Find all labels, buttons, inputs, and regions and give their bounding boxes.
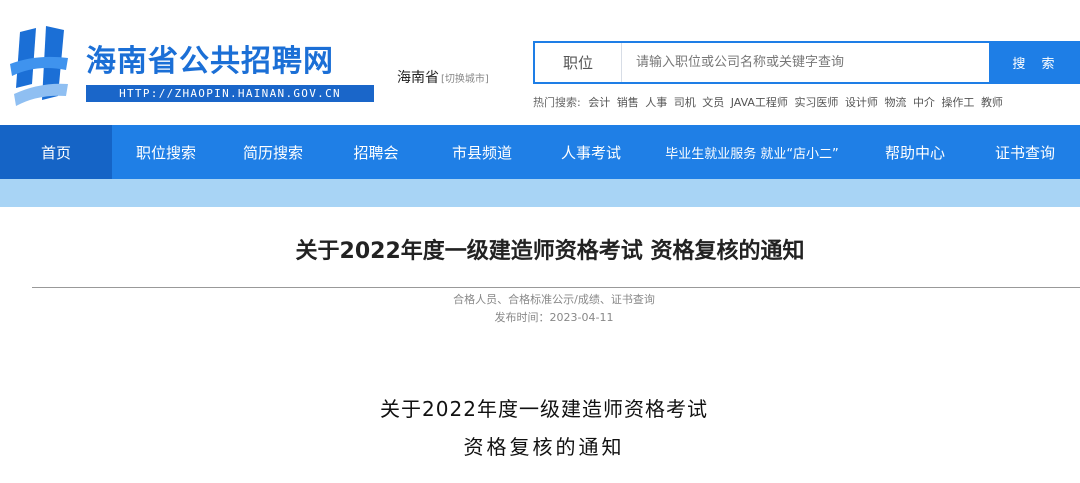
nav-help-center[interactable]: 帮助中心 <box>860 125 970 179</box>
switch-city-link[interactable]: [切换城市] <box>441 74 489 85</box>
site-name[interactable]: 海南省公共招聘网 <box>86 36 334 80</box>
hot-search-item[interactable]: 中介 <box>913 96 935 109</box>
site-url: HTTP://ZHAOPIN.HAINAN.GOV.CN <box>86 85 374 102</box>
hot-search-item[interactable]: JAVA工程师 <box>731 96 788 109</box>
article-content: 关于2022年度一级建造师资格考试 资格复核的通知 合格人员、合格标准公示/成绩… <box>4 207 1080 483</box>
title-divider <box>32 287 1080 288</box>
hot-search-item[interactable]: 操作工 <box>941 96 974 109</box>
hot-searches: 热门搜索: 会计 销售 人事 司机 文员 JAVA工程师 实习医师 设计师 物流… <box>533 94 1006 110</box>
hot-search-item[interactable]: 实习医师 <box>794 96 838 109</box>
site-header: 海南省公共招聘网 HTTP://ZHAOPIN.HAINAN.GOV.CN 海南… <box>0 0 1080 125</box>
nav-city-channel[interactable]: 市县频道 <box>426 125 538 179</box>
nav-job-fair[interactable]: 招聘会 <box>326 125 426 179</box>
nav-personnel-exam[interactable]: 人事考试 <box>538 125 644 179</box>
city-name: 海南省 <box>397 70 439 86</box>
nav-home[interactable]: 首页 <box>0 125 112 179</box>
current-city: 海南省 [切换城市] <box>397 67 489 87</box>
hot-search-item[interactable]: 销售 <box>617 96 639 109</box>
hot-search-item[interactable]: 物流 <box>884 96 906 109</box>
hot-search-label: 热门搜索: <box>533 96 581 109</box>
hot-search-item[interactable]: 文员 <box>702 96 724 109</box>
search-bar: 职位 搜 索 <box>533 41 1080 84</box>
hot-search-item[interactable]: 人事 <box>645 96 667 109</box>
article-body-heading-line2: 资格复核的通知 <box>463 435 625 459</box>
nav-graduate-service[interactable]: 毕业生就业服务 就业“店小二” <box>644 125 860 179</box>
sub-nav-bar <box>0 179 1080 207</box>
hot-search-item[interactable]: 会计 <box>588 96 610 109</box>
hot-search-item[interactable]: 教师 <box>981 96 1003 109</box>
main-nav: 首页 职位搜索 简历搜索 招聘会 市县频道 人事考试 毕业生就业服务 就业“店小… <box>0 125 1080 179</box>
hainan-zhaopin-logo-icon[interactable] <box>6 24 74 108</box>
search-type-select[interactable]: 职位 <box>535 43 622 82</box>
nav-job-search[interactable]: 职位搜索 <box>112 125 220 179</box>
article-body-heading-line1: 关于2022年度一级建造师资格考试 <box>380 397 708 421</box>
nav-resume-search[interactable]: 简历搜索 <box>220 125 326 179</box>
article-title: 关于2022年度一级建造师资格考试 资格复核的通知 <box>295 239 805 264</box>
search-button[interactable]: 搜 索 <box>989 43 1078 82</box>
nav-certificate-query[interactable]: 证书查询 <box>970 125 1080 179</box>
article-category[interactable]: 合格人员、合格标准公示/成绩、证书查询 <box>4 291 1080 307</box>
search-input[interactable] <box>622 43 989 82</box>
hot-search-item[interactable]: 设计师 <box>845 96 878 109</box>
hot-search-item[interactable]: 司机 <box>674 96 696 109</box>
article-publish-date: 发布时间：2023-04-11 <box>494 311 614 324</box>
